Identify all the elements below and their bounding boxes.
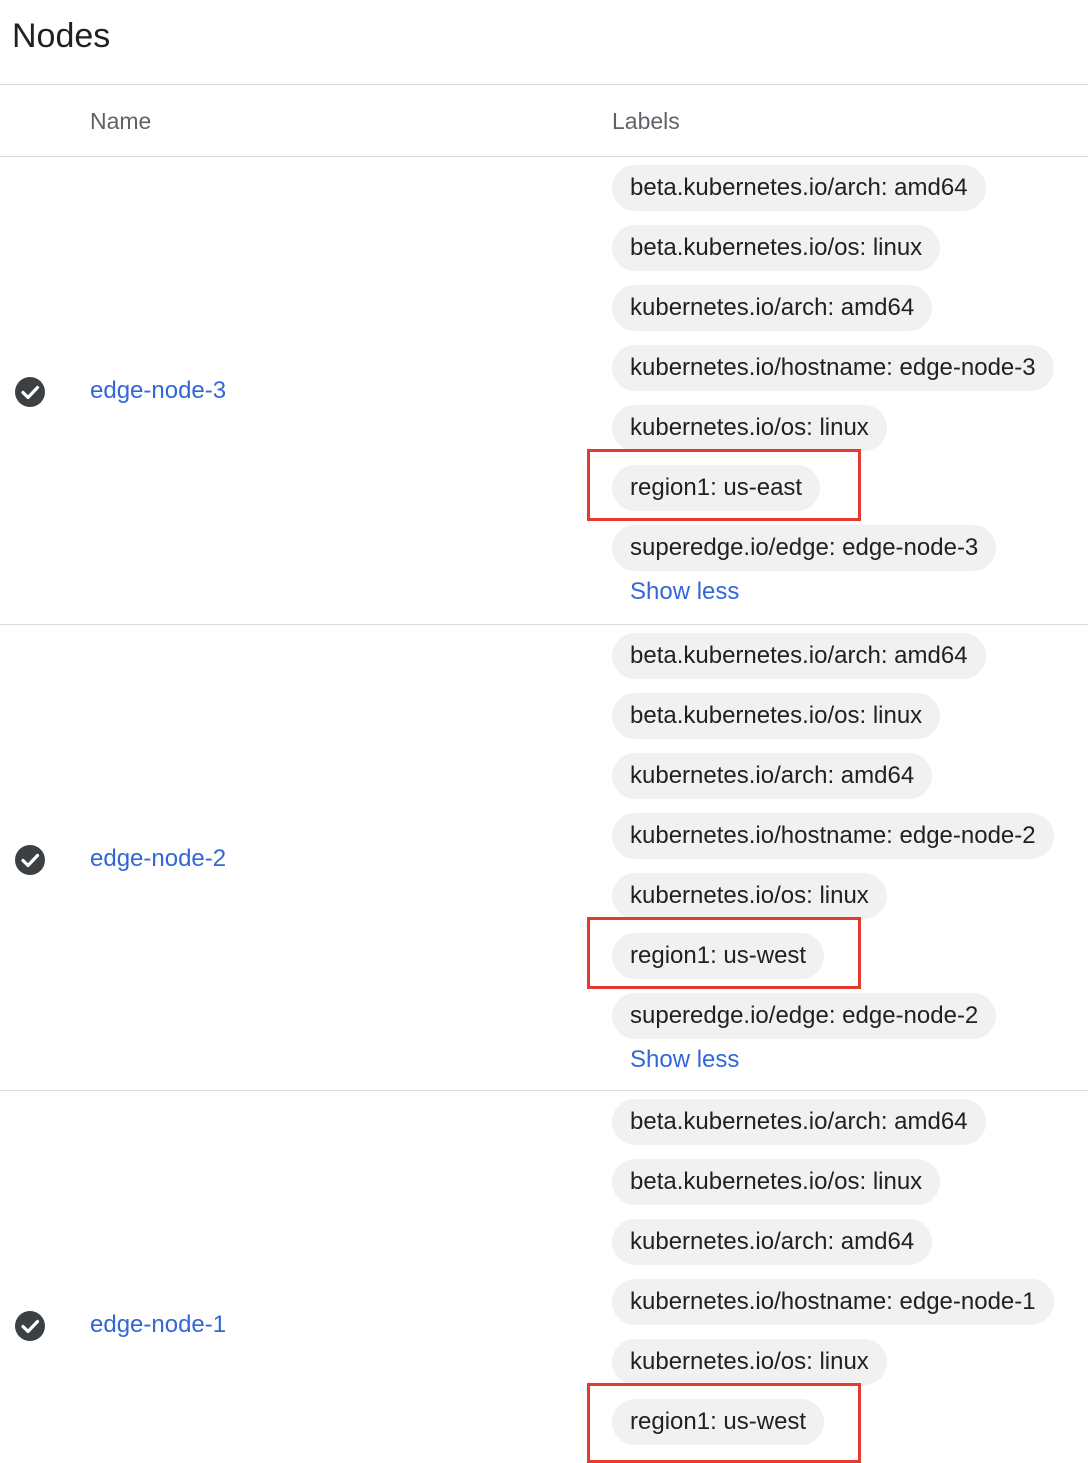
label-chip[interactable]: beta.kubernetes.io/arch: amd64 — [612, 633, 986, 679]
table-row: edge-node-3 beta.kubernetes.io/arch: amd… — [0, 157, 1088, 624]
label-chip[interactable]: kubernetes.io/arch: amd64 — [612, 753, 933, 799]
check-circle-icon — [14, 844, 46, 876]
node-link-edge-node-2[interactable]: edge-node-2 — [90, 844, 226, 874]
show-less-link[interactable]: Show less — [630, 577, 1082, 607]
label-chip[interactable]: beta.kubernetes.io/arch: amd64 — [612, 165, 986, 211]
label-chip[interactable]: kubernetes.io/arch: amd64 — [612, 1219, 933, 1265]
labels-list: beta.kubernetes.io/arch: amd64 beta.kube… — [587, 633, 1082, 1075]
label-chip[interactable]: beta.kubernetes.io/os: linux — [612, 693, 941, 739]
label-chip[interactable]: kubernetes.io/os: linux — [612, 405, 887, 451]
label-chip-region[interactable]: region1: us-west — [612, 933, 825, 979]
label-chip[interactable]: kubernetes.io/hostname: edge-node-2 — [612, 813, 1054, 859]
node-link-edge-node-3[interactable]: edge-node-3 — [90, 376, 226, 406]
label-chip-region[interactable]: region1: us-west — [612, 1399, 825, 1445]
label-chip[interactable]: kubernetes.io/arch: amd64 — [612, 285, 933, 331]
column-header-name[interactable]: Name — [90, 106, 151, 136]
label-chip-region[interactable]: region1: us-east — [612, 465, 821, 511]
label-chip[interactable]: kubernetes.io/hostname: edge-node-3 — [612, 345, 1054, 391]
labels-list: beta.kubernetes.io/arch: amd64 beta.kube… — [587, 165, 1082, 607]
label-chip[interactable]: beta.kubernetes.io/os: linux — [612, 1159, 941, 1205]
check-circle-icon — [14, 1310, 46, 1342]
label-chip[interactable]: beta.kubernetes.io/arch: amd64 — [612, 1099, 986, 1145]
label-chip[interactable]: beta.kubernetes.io/os: linux — [612, 225, 941, 271]
label-chip[interactable]: kubernetes.io/hostname: edge-node-1 — [612, 1279, 1054, 1325]
label-chip[interactable]: kubernetes.io/os: linux — [612, 1339, 887, 1385]
label-chip[interactable]: superedge.io/edge: edge-node-3 — [612, 525, 997, 571]
label-chip[interactable]: kubernetes.io/os: linux — [612, 873, 887, 919]
page-title: Nodes — [12, 17, 111, 55]
column-header-labels[interactable]: Labels — [612, 106, 680, 136]
title-divider — [0, 84, 1088, 85]
node-link-edge-node-1[interactable]: edge-node-1 — [90, 1310, 226, 1340]
check-circle-icon — [14, 376, 46, 408]
label-chip[interactable]: superedge.io/edge: edge-node-2 — [612, 993, 997, 1039]
labels-list: beta.kubernetes.io/arch: amd64 beta.kube… — [587, 1099, 1082, 1463]
show-less-link[interactable]: Show less — [630, 1045, 1082, 1075]
table-row: edge-node-1 beta.kubernetes.io/arch: amd… — [0, 1091, 1088, 1463]
table-row: edge-node-2 beta.kubernetes.io/arch: amd… — [0, 625, 1088, 1090]
